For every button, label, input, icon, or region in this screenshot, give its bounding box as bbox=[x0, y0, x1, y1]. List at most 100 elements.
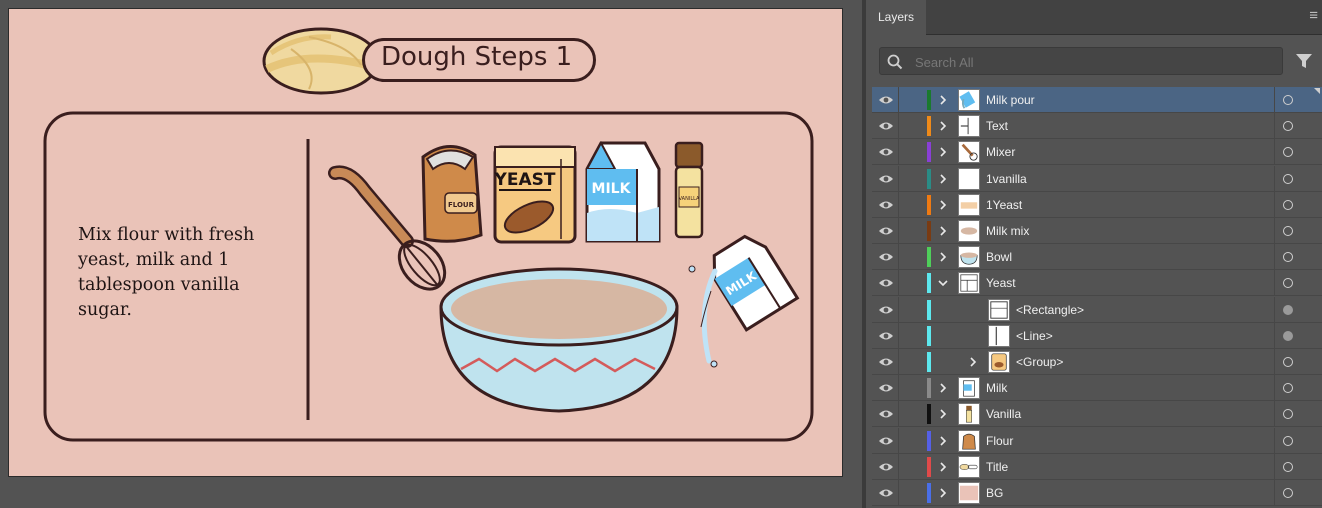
layer-row-milk[interactable]: Milk bbox=[872, 375, 1322, 402]
target-circle-icon[interactable] bbox=[1283, 278, 1293, 289]
target-circle-icon[interactable] bbox=[1283, 226, 1293, 236]
visibility-eye-icon[interactable] bbox=[878, 250, 894, 264]
chevron-right-icon[interactable] bbox=[938, 252, 948, 262]
target-circle-icon[interactable] bbox=[1283, 173, 1293, 184]
layer-row-milk-mix[interactable]: Milk mix bbox=[872, 218, 1322, 244]
tab-layers[interactable]: Layers bbox=[866, 0, 926, 35]
layer-name[interactable]: BG bbox=[986, 486, 1003, 500]
target-circle-icon[interactable] bbox=[1283, 435, 1293, 446]
visibility-eye-icon[interactable] bbox=[878, 145, 894, 159]
layer-row-yeast[interactable]: Yeast bbox=[872, 270, 1322, 297]
layer-name[interactable]: <Line> bbox=[1016, 329, 1053, 343]
target-circle-icon[interactable] bbox=[1283, 95, 1293, 105]
column-divider bbox=[898, 322, 899, 349]
layer-color-bar bbox=[927, 456, 931, 477]
chevron-right-icon[interactable] bbox=[938, 121, 948, 131]
layer-row-title[interactable]: Title bbox=[872, 453, 1322, 480]
visibility-eye-icon[interactable] bbox=[878, 434, 894, 448]
target-circle-icon[interactable] bbox=[1283, 121, 1293, 132]
target-circle-icon[interactable] bbox=[1283, 330, 1293, 341]
layer-row-flour[interactable]: Flour bbox=[872, 427, 1322, 454]
layer-name[interactable]: 1vanilla bbox=[986, 172, 1027, 186]
layer-row-1vanilla[interactable]: 1vanilla bbox=[872, 165, 1322, 192]
layer-name[interactable]: Text bbox=[986, 119, 1008, 133]
layer-row-milk-pour[interactable]: Milk pour bbox=[872, 87, 1322, 113]
layer-color-bar bbox=[927, 221, 931, 241]
layer-thumbnail bbox=[958, 89, 980, 111]
chevron-right-icon[interactable] bbox=[938, 488, 948, 498]
layer-name[interactable]: Yeast bbox=[986, 276, 1016, 290]
visibility-eye-icon[interactable] bbox=[878, 172, 894, 186]
target-circle-icon[interactable] bbox=[1283, 488, 1293, 498]
column-divider bbox=[1274, 218, 1275, 244]
target-circle-icon[interactable] bbox=[1283, 383, 1293, 394]
chevron-right-icon[interactable] bbox=[968, 357, 978, 367]
artboard-title: Dough Steps 1 bbox=[381, 42, 573, 72]
panel-menu-icon[interactable]: ≡ bbox=[1309, 8, 1318, 23]
filter-icon[interactable] bbox=[1295, 53, 1313, 69]
chevron-right-icon[interactable] bbox=[938, 462, 948, 472]
chevron-down-icon[interactable] bbox=[938, 278, 948, 288]
layer-thumbnail bbox=[988, 298, 1010, 321]
visibility-eye-icon[interactable] bbox=[878, 355, 894, 369]
layer-name[interactable]: <Group> bbox=[1016, 355, 1063, 369]
chevron-right-icon[interactable] bbox=[938, 200, 948, 210]
column-divider bbox=[1274, 191, 1275, 218]
chevron-right-icon[interactable] bbox=[938, 95, 948, 105]
visibility-eye-icon[interactable] bbox=[878, 224, 894, 238]
visibility-eye-icon[interactable] bbox=[878, 486, 894, 500]
instruction-text: Mix flour with fresh yeast, milk and 1 t… bbox=[78, 225, 255, 320]
thumbnail-group-icon bbox=[991, 353, 1007, 371]
target-circle-icon[interactable] bbox=[1283, 147, 1293, 158]
layer-row-text[interactable]: Text bbox=[872, 113, 1322, 140]
canvas-area[interactable]: FLOUR YEAST MILK VANILLA MILK Dough Step… bbox=[0, 0, 862, 508]
layer-row-bowl[interactable]: Bowl bbox=[872, 244, 1322, 271]
target-circle-icon[interactable] bbox=[1283, 304, 1293, 315]
layer-name[interactable]: Milk mix bbox=[986, 224, 1029, 238]
target-circle-icon[interactable] bbox=[1283, 461, 1293, 472]
layer-row-1yeast[interactable]: 1Yeast bbox=[872, 191, 1322, 218]
thumbnail-line-icon bbox=[995, 326, 997, 345]
layer-name[interactable]: Vanilla bbox=[986, 407, 1021, 421]
chevron-right-icon[interactable] bbox=[938, 226, 948, 236]
search-input[interactable] bbox=[915, 52, 1255, 72]
thumbnail-vanilla-icon bbox=[966, 406, 972, 423]
layer-row-mixer[interactable]: Mixer bbox=[872, 139, 1322, 166]
chevron-right-icon[interactable] bbox=[938, 147, 948, 157]
thumbnail-blank-icon bbox=[959, 169, 979, 189]
visibility-eye-icon[interactable] bbox=[878, 381, 894, 395]
chevron-right-icon[interactable] bbox=[938, 409, 948, 419]
visibility-eye-icon[interactable] bbox=[878, 93, 894, 107]
visibility-eye-icon[interactable] bbox=[878, 329, 894, 343]
visibility-eye-icon[interactable] bbox=[878, 460, 894, 474]
layer-name[interactable]: Title bbox=[986, 460, 1008, 474]
layer-row-vanilla[interactable]: Vanilla bbox=[872, 401, 1322, 428]
layer-name[interactable]: Milk pour bbox=[986, 93, 1035, 107]
layer-color-bar bbox=[927, 404, 931, 425]
target-circle-icon[interactable] bbox=[1283, 252, 1293, 263]
layer-row-group[interactable]: <Group> bbox=[872, 349, 1322, 375]
layer-name[interactable]: Mixer bbox=[986, 145, 1015, 159]
layer-name[interactable]: Milk bbox=[986, 381, 1007, 395]
chevron-right-icon[interactable] bbox=[938, 383, 948, 393]
chevron-right-icon[interactable] bbox=[938, 174, 948, 184]
visibility-eye-icon[interactable] bbox=[878, 119, 894, 133]
target-circle-icon[interactable] bbox=[1283, 409, 1293, 420]
layer-row-bg[interactable]: BG bbox=[872, 480, 1322, 506]
chevron-right-icon[interactable] bbox=[938, 436, 948, 446]
target-circle-icon[interactable] bbox=[1283, 199, 1293, 210]
layer-row-line[interactable]: <Line> bbox=[872, 322, 1322, 349]
layer-name[interactable]: <Rectangle> bbox=[1016, 303, 1084, 317]
layer-name[interactable]: Flour bbox=[986, 434, 1013, 448]
visibility-eye-icon[interactable] bbox=[878, 303, 894, 317]
column-divider bbox=[898, 87, 899, 113]
visibility-eye-icon[interactable] bbox=[878, 276, 894, 290]
visibility-eye-icon[interactable] bbox=[878, 198, 894, 212]
target-circle-icon[interactable] bbox=[1283, 357, 1293, 367]
layer-name[interactable]: Bowl bbox=[986, 250, 1012, 264]
visibility-eye-icon[interactable] bbox=[878, 407, 894, 421]
column-divider bbox=[1274, 165, 1275, 192]
layer-row-rectangle[interactable]: <Rectangle> bbox=[872, 296, 1322, 323]
layer-name[interactable]: 1Yeast bbox=[986, 198, 1022, 212]
artboard[interactable]: FLOUR YEAST MILK VANILLA MILK Dough Step… bbox=[8, 8, 843, 477]
